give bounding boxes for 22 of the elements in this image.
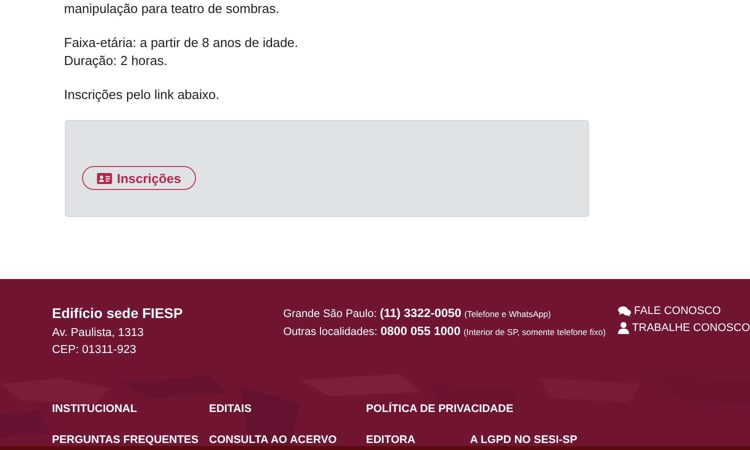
person-icon bbox=[618, 322, 630, 334]
footer-nav-link[interactable]: EDITORA bbox=[366, 434, 416, 446]
id-card-icon bbox=[96, 172, 112, 184]
contact-link[interactable]: FALE CONOSCO bbox=[618, 305, 750, 317]
contact-link[interactable]: TRABALHE CONOSCO bbox=[618, 322, 750, 334]
paragraph-text: Faixa-etária: a partir de 8 anos de idade. bbox=[64, 34, 300, 52]
footer-nav-link[interactable]: PERGUNTAS FREQUENTES bbox=[52, 434, 198, 446]
footer-nav-link[interactable]: A LGPD NO SESI-SP bbox=[470, 434, 578, 446]
footer-nav-link[interactable]: INSTITUCIONAL bbox=[52, 403, 137, 415]
footer-nav-link[interactable]: POLÍTICA DE PRIVACIDADE bbox=[366, 403, 514, 415]
building-title: Edifício sede FIESP bbox=[52, 305, 184, 321]
address-text: CEP: 01311-923 bbox=[52, 343, 138, 358]
phone-text: Grande São Paulo: (11) 3322-0050 (Telefone e WhatsApp) bbox=[283, 305, 552, 322]
paragraph-text: Inscrições pelo link abaixo. bbox=[64, 86, 220, 104]
footer-nav-link[interactable]: EDITAIS bbox=[209, 403, 252, 415]
registration-button[interactable]: Inscrições bbox=[82, 166, 196, 190]
paragraph-text: Duração: 2 horas. bbox=[64, 52, 168, 70]
address-text: Av. Paulista, 1313 bbox=[52, 326, 145, 341]
footer-nav-link[interactable]: CONSULTA AO ACERVO bbox=[209, 434, 337, 446]
chat-icon bbox=[618, 306, 632, 316]
paragraph-text: manipulação para teatro de sombras. bbox=[64, 0, 280, 18]
phone-text: Outras localidades: 0800 055 1000 (Interior de SP, somente telefone fixo) bbox=[283, 323, 607, 340]
